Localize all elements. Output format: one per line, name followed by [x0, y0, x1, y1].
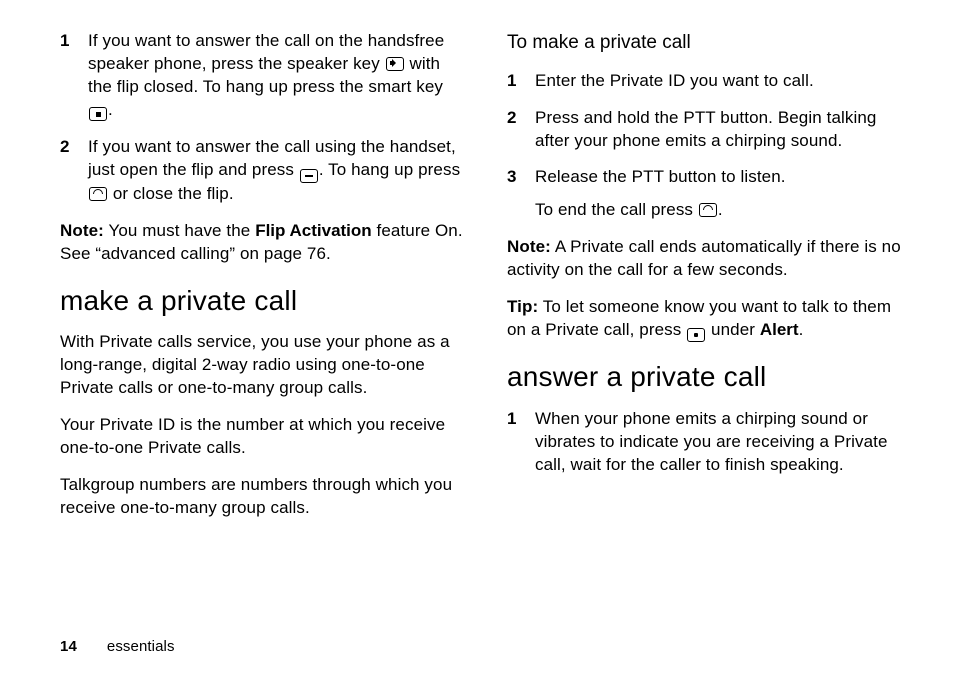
- tip-paragraph: Tip: To let someone know you want to tal…: [507, 296, 914, 342]
- text-fragment: .: [799, 320, 804, 339]
- list-item: 1 If you want to answer the call on the …: [60, 30, 467, 122]
- answer-key-icon: [300, 169, 318, 183]
- text-fragment: To end the call press: [535, 200, 698, 219]
- step-number: 2: [60, 136, 88, 206]
- text-fragment: .: [718, 200, 723, 219]
- tip-label: Tip:: [507, 297, 538, 316]
- step-text: Enter the Private ID you want to call.: [535, 70, 914, 93]
- text-fragment: . To hang up press: [319, 160, 460, 179]
- page-footer: 14 essentials: [60, 637, 914, 657]
- step-sub-text: To end the call press .: [535, 199, 914, 222]
- list-item: 2 Press and hold the PTT button. Begin t…: [507, 107, 914, 153]
- two-column-layout: 1 If you want to answer the call on the …: [60, 30, 914, 627]
- answer-call-steps: 1 If you want to answer the call on the …: [60, 30, 467, 206]
- note-label: Note:: [60, 221, 104, 240]
- note-paragraph: Note: A Private call ends automatically …: [507, 236, 914, 282]
- step-number: 1: [507, 408, 535, 477]
- note-label: Note:: [507, 237, 551, 256]
- sub-heading: To make a private call: [507, 30, 914, 56]
- list-item: 1 Enter the Private ID you want to call.: [507, 70, 914, 93]
- feature-name: Flip Activation: [255, 221, 372, 240]
- text-fragment: A Private call ends automatically if the…: [507, 237, 901, 279]
- make-private-call-steps: 1 Enter the Private ID you want to call.…: [507, 70, 914, 223]
- left-column: 1 If you want to answer the call on the …: [60, 30, 467, 627]
- body-paragraph: Talkgroup numbers are numbers through wh…: [60, 474, 467, 520]
- body-paragraph: With Private calls service, you use your…: [60, 331, 467, 400]
- select-key-icon: [687, 328, 705, 342]
- step-text: When your phone emits a chirping sound o…: [535, 408, 914, 477]
- step-text: If you want to answer the call using the…: [88, 136, 467, 206]
- section-name: essentials: [107, 638, 175, 655]
- smart-key-icon: [89, 107, 107, 121]
- manual-page: 1 If you want to answer the call on the …: [0, 0, 954, 677]
- text-fragment: .: [108, 100, 113, 119]
- step-text: Press and hold the PTT button. Begin tal…: [535, 107, 914, 153]
- softkey-label: Alert: [760, 320, 799, 339]
- step-text: Release the PTT button to listen. To end…: [535, 166, 914, 222]
- step-number: 1: [507, 70, 535, 93]
- speaker-key-icon: [386, 57, 404, 71]
- list-item: 2 If you want to answer the call using t…: [60, 136, 467, 206]
- step-number: 2: [507, 107, 535, 153]
- step-text: If you want to answer the call on the ha…: [88, 30, 467, 122]
- end-key-icon: [89, 187, 107, 201]
- list-item: 3 Release the PTT button to listen. To e…: [507, 166, 914, 222]
- section-heading-answer-private-call: answer a private call: [507, 358, 914, 396]
- step-number: 3: [507, 166, 535, 222]
- right-column: To make a private call 1 Enter the Priva…: [507, 30, 914, 627]
- text-fragment: You must have the: [104, 221, 255, 240]
- text-fragment: under: [706, 320, 760, 339]
- page-number: 14: [60, 638, 77, 655]
- answer-private-call-steps: 1 When your phone emits a chirping sound…: [507, 408, 914, 477]
- body-paragraph: Your Private ID is the number at which y…: [60, 414, 467, 460]
- list-item: 1 When your phone emits a chirping sound…: [507, 408, 914, 477]
- step-number: 1: [60, 30, 88, 122]
- section-heading-make-private-call: make a private call: [60, 282, 467, 320]
- end-key-icon: [699, 203, 717, 217]
- note-paragraph: Note: You must have the Flip Activation …: [60, 220, 467, 266]
- text-fragment: or close the flip.: [108, 184, 234, 203]
- text-fragment: Release the PTT button to listen.: [535, 167, 786, 186]
